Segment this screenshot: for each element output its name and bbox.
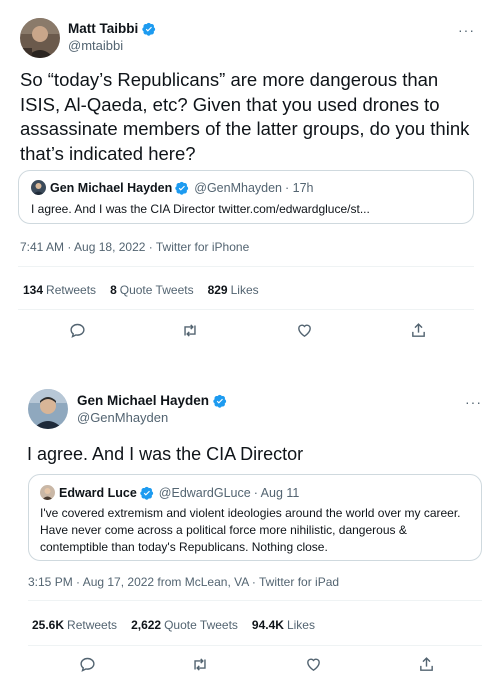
retweet-button[interactable] [190, 654, 210, 674]
like-button[interactable] [294, 320, 314, 340]
quote-text: I've covered extremism and violent ideol… [40, 506, 461, 554]
author-handle[interactable]: @GenMhayden [77, 410, 168, 425]
share-icon [419, 656, 433, 671]
retweet-icon [194, 657, 206, 671]
avatar[interactable] [28, 389, 68, 429]
author-name[interactable]: Matt Taibbi [68, 21, 156, 36]
quote-time: · 17h [285, 180, 314, 195]
divider [28, 645, 482, 646]
like-button[interactable] [303, 654, 323, 674]
like-icon [306, 658, 320, 671]
author-name-label: Matt Taibbi [68, 21, 139, 36]
divider [28, 600, 482, 601]
tweet-michael-hayden: Gen Michael Hayden @GenMhayden ··· I agr… [0, 372, 492, 695]
verified-icon [142, 22, 156, 36]
reply-button[interactable] [67, 320, 87, 340]
reply-icon [69, 323, 85, 338]
quote-tweets-stat[interactable]: 2,622 Quote Tweets [131, 618, 238, 632]
more-options-button[interactable]: ··· [465, 394, 482, 410]
quote-avatar [40, 485, 55, 500]
quote-time: · Aug 11 [253, 485, 300, 500]
quoted-tweet[interactable]: Edward Luce @EdwardGLuce · Aug 11 I've c… [28, 474, 482, 561]
quote-author-handle: @GenMhayden [194, 180, 283, 195]
quote-author-name: Gen Michael Hayden [50, 180, 173, 195]
retweet-button[interactable] [180, 320, 200, 340]
share-button[interactable] [416, 654, 436, 674]
author-name[interactable]: Gen Michael Hayden [77, 393, 227, 408]
quote-tweets-stat[interactable]: 8 Quote Tweets [110, 283, 194, 297]
quote-text: I agree. And I was the CIA Director twit… [31, 202, 370, 216]
share-button[interactable] [408, 320, 428, 340]
quoted-tweet[interactable]: Gen Michael Hayden @GenMhayden · 17h I a… [18, 170, 474, 224]
tweet-timestamp[interactable]: 7:41 AM · Aug 18, 2022 · Twitter for iPh… [20, 240, 249, 254]
author-name-label: Gen Michael Hayden [77, 393, 210, 408]
retweets-stat[interactable]: 25.6K Retweets [32, 618, 117, 632]
reply-icon [79, 657, 95, 672]
divider [18, 309, 474, 310]
tweet-text: I agree. And I was the CIA Director [27, 444, 304, 464]
likes-stat[interactable]: 829 Likes [208, 283, 259, 297]
divider [18, 266, 474, 267]
avatar[interactable] [20, 18, 60, 58]
engagement-stats: 134 Retweets 8 Quote Tweets 829 Likes [23, 283, 273, 297]
quote-avatar [31, 180, 46, 195]
author-handle[interactable]: @mtaibbi [68, 38, 123, 53]
likes-stat[interactable]: 94.4K Likes [252, 618, 315, 632]
reply-button[interactable] [77, 654, 97, 674]
verified-icon [175, 181, 189, 195]
retweets-stat[interactable]: 134 Retweets [23, 283, 96, 297]
engagement-stats: 25.6K Retweets 2,622 Quote Tweets 94.4K Lik… [32, 618, 329, 632]
quote-author-name: Edward Luce [59, 485, 137, 500]
tweet-timestamp[interactable]: 3:15 PM · Aug 17, 2022 from McLean, VA ·… [28, 575, 339, 589]
verified-icon [213, 394, 227, 408]
verified-icon [140, 486, 153, 500]
retweet-icon [184, 323, 196, 337]
tweet-matt-taibbi: Matt Taibbi @mtaibbi ··· So “today’s Rep… [0, 0, 492, 348]
tweet-text: So “today’s Republicans” are more danger… [20, 69, 470, 164]
share-icon [411, 322, 425, 337]
like-icon [297, 324, 311, 337]
quote-author-handle: @EdwardGLuce [158, 485, 251, 500]
more-options-button[interactable]: ··· [458, 22, 475, 38]
tweet-separator [0, 348, 492, 372]
